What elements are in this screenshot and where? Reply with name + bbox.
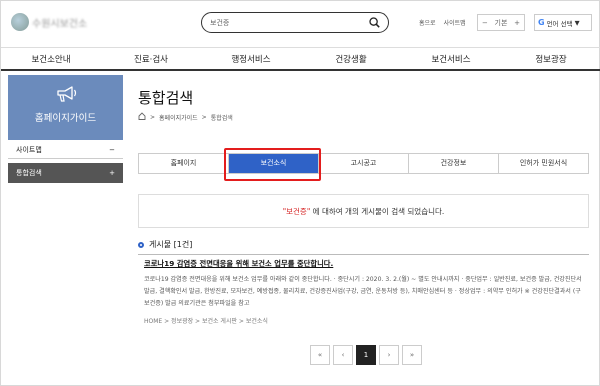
nav-item-admin-service[interactable]: 행정서비스 (201, 48, 301, 69)
font-size-plus-button[interactable]: + (514, 19, 520, 27)
breadcrumb-separator: > (150, 113, 156, 121)
sidebar-item-integrated-search[interactable]: 통합검색 + (8, 163, 123, 183)
search-category-tabs: 홈페이지 보건소식 고시공고 건강정보 인허가 민원서식 (138, 153, 589, 174)
sidebar-item-label: 통합검색 (16, 169, 42, 177)
language-select[interactable]: G 언어 선택 ▼ (534, 14, 592, 31)
page-title: 통합검색 (138, 89, 194, 107)
home-icon[interactable] (138, 112, 146, 122)
home-link[interactable]: 홈으로 (419, 18, 436, 27)
next-page-button[interactable]: › (379, 345, 399, 365)
search-input[interactable] (210, 18, 368, 27)
tab-notices[interactable]: 고시공고 (319, 154, 409, 173)
megaphone-icon (8, 84, 123, 106)
prev-page-button[interactable]: ‹ (333, 345, 353, 365)
font-size-control: − 기본 + (477, 14, 525, 31)
logo-emblem-icon (11, 13, 29, 31)
nav-item-treatment[interactable]: 진료·검사 (101, 48, 201, 69)
tab-permit-forms[interactable]: 인허가 민원서식 (499, 154, 588, 173)
search-box[interactable] (201, 12, 389, 33)
nav-item-health-service[interactable]: 보건서비스 (401, 48, 501, 69)
tab-health-info[interactable]: 건강정보 (409, 154, 499, 173)
highlight-box (224, 148, 321, 181)
sidebar-title: 홈페이지가이드 (34, 113, 97, 124)
google-g-icon: G (538, 18, 545, 27)
page-button-1[interactable]: 1 (356, 345, 376, 365)
main-navigation: 보건소안내 진료·검사 행정서비스 건강생활 보건서비스 정보광장 (1, 47, 600, 71)
section-title: 게시물 [1건] (149, 240, 193, 249)
last-page-button[interactable]: » (402, 345, 422, 365)
nav-item-health-life[interactable]: 건강생활 (301, 48, 401, 69)
pagination: « ‹ 1 › » (310, 345, 422, 365)
breadcrumb-item[interactable]: 홈페이지가이드 (159, 113, 198, 122)
search-result-summary: "보건증" 에 대하여 개의 게시물이 검색 되었습니다. (138, 194, 589, 228)
breadcrumb: > 홈페이지가이드 > 통합검색 (138, 112, 233, 122)
language-select-label: 언어 선택 (546, 19, 573, 28)
breadcrumb-item[interactable]: 통합검색 (211, 113, 233, 122)
result-text: 에 대하여 개의 게시물이 검색 되었습니다. (310, 206, 445, 216)
minus-icon: − (109, 145, 115, 154)
font-size-label: 기본 (494, 18, 508, 27)
nav-item-info-plaza[interactable]: 정보광장 (501, 48, 600, 69)
sitemap-link[interactable]: 사이트맵 (444, 18, 466, 27)
plus-icon: + (109, 169, 115, 177)
utility-links: 홈으로 사이트맵 (419, 18, 466, 27)
tab-homepage[interactable]: 홈페이지 (139, 154, 229, 173)
logo-text: 수원시보건소 (32, 18, 88, 30)
post-excerpt: 코로나19 감염증 전면대응을 위해 보건소 업무를 아래와 같이 중단합니다.… (144, 276, 582, 307)
breadcrumb-separator: > (201, 113, 207, 121)
nav-item-health-center[interactable]: 보건소안내 (1, 48, 101, 69)
post-path: HOME > 정보광장 > 보건소 게시판 > 보건소식 (144, 318, 268, 325)
first-page-button[interactable]: « (310, 345, 330, 365)
bullet-icon (138, 241, 144, 248)
sidebar-header: 홈페이지가이드 (8, 75, 123, 140)
sidebar-item-sitemap[interactable]: 사이트맵 − (8, 141, 123, 159)
section-header: 게시물 [1건] (138, 239, 192, 250)
post-title-link[interactable]: 코로나19 감염증 전면대응을 위해 보건소 업무를 중단합니다. (144, 259, 333, 269)
sidebar-item-label: 사이트맵 (16, 145, 42, 154)
site-logo[interactable]: 수원시보건소 (11, 11, 89, 33)
chevron-down-icon: ▼ (574, 18, 580, 27)
search-keyword: "보건증" (282, 206, 311, 216)
font-size-minus-button[interactable]: − (482, 19, 488, 27)
search-icon[interactable] (368, 17, 380, 29)
divider (138, 254, 589, 255)
